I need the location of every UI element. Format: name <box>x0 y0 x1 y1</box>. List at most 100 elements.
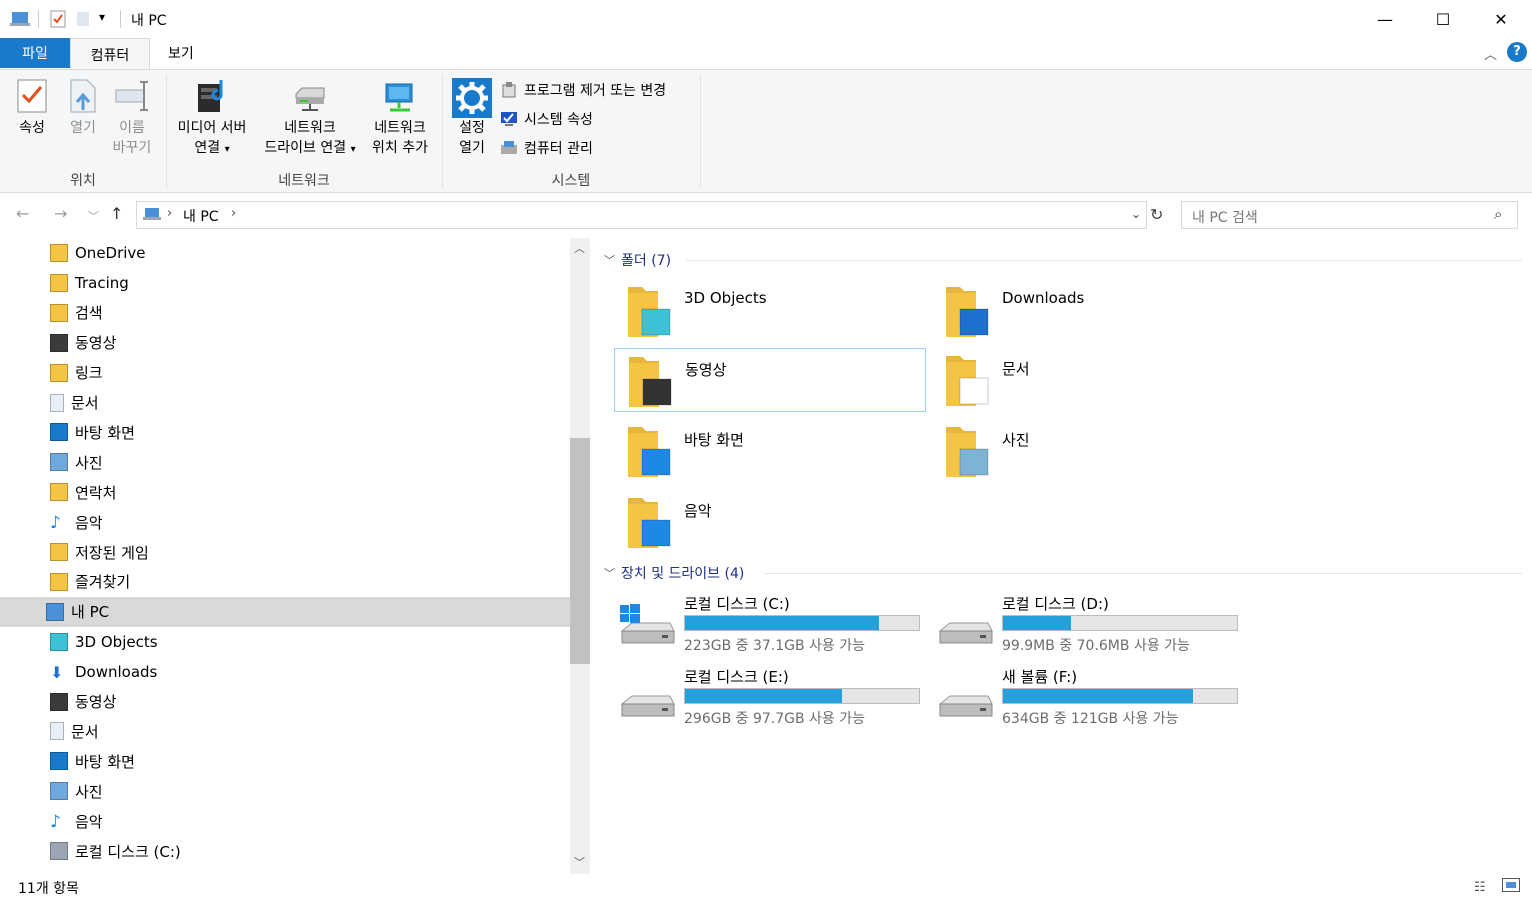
quick-access-dropdown[interactable]: ▾ <box>99 10 105 24</box>
folder-item[interactable]: 3D Objects <box>614 279 926 343</box>
3d-objects-folder-icon <box>628 287 671 337</box>
properties-quick-icon[interactable] <box>50 10 66 28</box>
large-icons-view-icon[interactable] <box>1502 878 1520 892</box>
breadcrumb-chevron-icon[interactable]: › <box>231 206 236 221</box>
recent-locations-icon[interactable]: ﹀ <box>88 208 99 224</box>
computer-management-button[interactable]: 컴퓨터 관리 <box>500 138 593 158</box>
tree-item-label: 바탕 화면 <box>75 752 135 771</box>
refresh-icon[interactable]: ↻ <box>1150 205 1163 224</box>
rename-label-1: 이름 <box>119 120 145 136</box>
system-properties-button[interactable]: 시스템 속성 <box>500 109 593 129</box>
rename-button[interactable]: 이름 바꾸기 <box>106 78 158 158</box>
open-settings-button[interactable]: 설정 열기 <box>450 78 494 158</box>
drive-space-info: 634GB 중 121GB 사용 가능 <box>1002 711 1179 727</box>
tree-item[interactable]: 3D Objects <box>0 627 570 657</box>
minimize-button[interactable]: — <box>1356 0 1414 38</box>
open-icon <box>70 79 96 113</box>
music-icon: ♪ <box>50 513 61 534</box>
system-properties-icon <box>501 112 517 126</box>
tree-item[interactable]: Tracing <box>0 268 570 298</box>
tree-item[interactable]: 링크 <box>0 358 570 388</box>
maximize-button[interactable]: ☐ <box>1414 0 1472 38</box>
media-server-button[interactable]: 미디어 서버 연결 ▾ <box>170 78 254 160</box>
folder-icon <box>50 273 68 292</box>
group-system-label: 시스템 <box>551 173 591 189</box>
collapse-chevron-icon[interactable]: ﹀ <box>604 565 615 581</box>
drives-section-header[interactable]: ﹀ 장치 및 드라이브 (4) <box>604 563 744 583</box>
drive-item[interactable]: 로컬 디스크 (C:) 223GB 중 37.1GB 사용 가능 <box>614 593 924 659</box>
tree-item[interactable]: 검색 <box>0 298 570 328</box>
tree-item[interactable]: 동영상 <box>0 328 570 358</box>
tree-item[interactable]: 바탕 화면 <box>0 417 570 447</box>
folder-item[interactable]: 음악 <box>614 490 926 554</box>
tree-item[interactable]: ♪ 음악 <box>0 507 570 537</box>
uninstall-button[interactable]: 프로그램 제거 또는 변경 <box>500 80 666 100</box>
folder-item[interactable]: 문서 <box>932 348 1244 412</box>
drive-usage-fill <box>685 689 842 703</box>
search-input[interactable]: 내 PC 검색 <box>1192 207 1258 227</box>
tree-item[interactable]: ⬇ Downloads <box>0 657 570 687</box>
tree-item[interactable]: 바탕 화면 <box>0 746 570 776</box>
drive-item[interactable]: 새 볼륨 (F:) 634GB 중 121GB 사용 가능 <box>932 666 1242 732</box>
tab-file[interactable]: 파일 <box>0 38 70 68</box>
folders-header-label: 폴더 (7) <box>621 253 672 269</box>
search-icon[interactable]: ⌕ <box>1494 205 1502 223</box>
ribbon-tabs: 파일 컴퓨터 보기 ︿ ? <box>0 38 1532 70</box>
tree-item-label: 사진 <box>75 453 103 472</box>
media-server-icon <box>198 80 223 112</box>
tree-item[interactable]: 사진 <box>0 447 570 477</box>
tree-item[interactable]: ♪ 음악 <box>0 806 570 836</box>
tree-item[interactable]: OneDrive <box>0 238 570 268</box>
drive-item[interactable]: 로컬 디스크 (D:) 99.9MB 중 70.6MB 사용 가능 <box>932 593 1242 659</box>
tree-item[interactable]: 저장된 게임 <box>0 537 570 567</box>
tree-item[interactable]: 동영상 <box>0 687 570 717</box>
tree-item-label: 검색 <box>75 304 103 323</box>
drives-header-label: 장치 및 드라이브 (4) <box>621 566 745 582</box>
tree-item[interactable]: 문서 <box>0 388 570 418</box>
folder-item[interactable]: Downloads <box>932 279 1244 343</box>
tree-item[interactable]: 연락처 <box>0 477 570 507</box>
tree-item[interactable]: 로컬 디스크 (C:) <box>0 836 570 866</box>
forward-arrow-icon[interactable]: → <box>54 204 67 223</box>
properties-button[interactable]: 속성 <box>8 78 56 138</box>
new-folder-quick-icon[interactable] <box>76 10 90 28</box>
search-box[interactable]: 내 PC 검색 ⌕ <box>1181 201 1518 229</box>
collapse-ribbon-icon[interactable]: ︿ <box>1484 44 1497 63</box>
open-button[interactable]: 열기 <box>60 78 106 138</box>
folder-item[interactable]: 사진 <box>932 419 1244 483</box>
folder-item[interactable]: 바탕 화면 <box>614 419 926 483</box>
collapse-chevron-icon[interactable]: ﹀ <box>604 252 615 268</box>
drive-label: 로컬 디스크 (C:) <box>684 595 790 613</box>
map-network-drive-button[interactable]: 네트워크 드라이브 연결 ▾ <box>256 78 364 160</box>
breadcrumb-chevron-icon[interactable]: › <box>167 206 172 221</box>
help-icon[interactable]: ? <box>1507 42 1527 62</box>
tree-item-label: 음악 <box>75 812 103 831</box>
folders-section-header[interactable]: ﹀ 폴더 (7) <box>604 250 671 270</box>
details-view-icon[interactable]: ☷ <box>1474 880 1486 895</box>
close-button[interactable]: ✕ <box>1472 0 1530 38</box>
address-dropdown-icon[interactable]: ⌄ <box>1131 207 1141 221</box>
folder-item[interactable]: 동영상 <box>614 348 926 412</box>
drive-item[interactable]: 로컬 디스크 (E:) 296GB 중 97.7GB 사용 가능 <box>614 666 924 732</box>
drive-usage-fill <box>685 616 880 630</box>
scrollbar-thumb[interactable] <box>570 438 590 664</box>
tree-item[interactable]: 문서 <box>0 716 570 746</box>
tree-item[interactable]: 사진 <box>0 776 570 806</box>
scroll-up-icon[interactable]: ︿ <box>574 240 585 256</box>
settings-label-1: 설정 <box>459 120 485 136</box>
rename-label-2: 바꾸기 <box>112 140 152 156</box>
tab-view[interactable]: 보기 <box>150 38 212 68</box>
tree-item[interactable]: 즐겨찾기 <box>0 567 570 597</box>
breadcrumb-this-pc[interactable]: 내 PC <box>183 206 219 226</box>
up-arrow-icon[interactable]: ↑ <box>110 204 123 223</box>
add-network-location-button[interactable]: 네트워크 위치 추가 <box>366 78 434 158</box>
back-arrow-icon[interactable]: ← <box>16 204 29 223</box>
settings-gear-icon <box>452 78 492 118</box>
tab-computer[interactable]: 컴퓨터 <box>70 38 150 70</box>
this-pc-icon <box>10 12 30 26</box>
contacts-icon <box>50 483 68 502</box>
properties-label: 속성 <box>19 120 45 136</box>
tree-item[interactable]: 내 PC <box>0 596 570 627</box>
scroll-down-icon[interactable]: ﹀ <box>574 854 585 870</box>
address-bar[interactable]: › 내 PC › ⌄ <box>136 201 1147 229</box>
